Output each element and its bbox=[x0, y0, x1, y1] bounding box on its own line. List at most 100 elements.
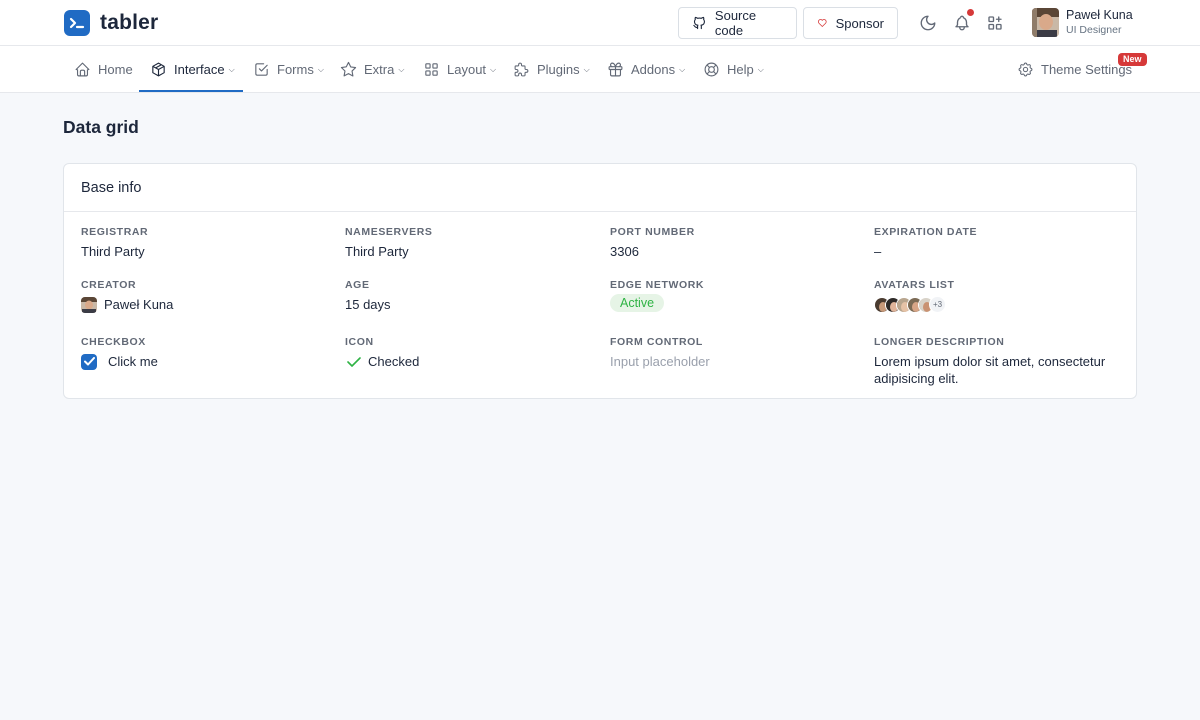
datagrid-title: Registrar bbox=[81, 226, 149, 238]
datagrid-title: Creator bbox=[81, 279, 137, 291]
nav-label: Help bbox=[727, 62, 754, 77]
nav-label: Interface bbox=[174, 62, 225, 77]
notifications-button[interactable] bbox=[951, 9, 974, 34]
datagrid-title: Checkbox bbox=[81, 336, 146, 348]
datagrid-value: Third Party bbox=[81, 244, 145, 259]
chevron-down-icon: ⌵ bbox=[317, 64, 324, 74]
source-code-button[interactable]: Source code bbox=[678, 7, 797, 39]
package-icon bbox=[152, 62, 165, 77]
tabler-logo-icon bbox=[64, 10, 90, 36]
datagrid-title: Port number bbox=[610, 226, 695, 238]
user-role: UI Designer bbox=[1066, 24, 1122, 36]
brand[interactable]: tabler bbox=[64, 10, 158, 36]
home-icon bbox=[75, 62, 90, 77]
datagrid-item-checkbox: Checkbox Click me bbox=[81, 335, 331, 370]
datagrid-item-port-number: Port number 3306 bbox=[610, 225, 860, 260]
github-icon bbox=[693, 16, 705, 30]
nav-label: Plugins bbox=[537, 62, 580, 77]
avatar bbox=[81, 296, 97, 313]
datagrid-item-icon: Icon Checked bbox=[345, 335, 595, 370]
chevron-down-icon: ⌵ bbox=[398, 64, 405, 74]
datagrid-title: Age bbox=[345, 279, 370, 291]
datagrid-value: 15 days bbox=[345, 297, 391, 312]
layout-grid-icon bbox=[425, 63, 438, 76]
checkbox-field[interactable]: Click me bbox=[81, 353, 331, 370]
puzzle-icon bbox=[514, 62, 529, 77]
creator-name: Paweł Kuna bbox=[104, 297, 174, 312]
gear-icon bbox=[1018, 62, 1033, 77]
nav-label: Forms bbox=[277, 62, 314, 77]
status-badge: Active bbox=[610, 294, 665, 312]
creator-value: Paweł Kuna bbox=[81, 296, 331, 313]
sponsor-label: Sponsor bbox=[835, 15, 884, 31]
datagrid-title: Expiration date bbox=[874, 226, 978, 238]
datagrid-item-longer-description: Longer description Lorem ipsum dolor sit… bbox=[874, 335, 1124, 387]
checkbox-icon bbox=[255, 63, 268, 76]
top-header: tabler Source code Sponsor Paweł Kuna UI… bbox=[0, 0, 1200, 46]
chevron-down-icon: ⌵ bbox=[490, 64, 497, 74]
dark-mode-toggle[interactable] bbox=[917, 12, 939, 34]
theme-settings-button[interactable]: Theme Settings bbox=[1017, 46, 1132, 93]
datagrid-item-edge-network: Edge network Active bbox=[610, 278, 860, 312]
page-title: Data grid bbox=[63, 117, 139, 137]
user-menu[interactable]: Paweł Kuna UI Designer bbox=[1032, 8, 1133, 37]
datagrid-value: 3306 bbox=[610, 244, 639, 259]
text-input[interactable]: Input placeholder bbox=[610, 353, 860, 370]
datagrid-value: Third Party bbox=[345, 244, 409, 259]
datagrid-title: Avatars list bbox=[874, 279, 955, 291]
nav-label: Addons bbox=[631, 62, 676, 77]
datagrid-title: Longer description bbox=[874, 336, 1005, 348]
brand-name: tabler bbox=[100, 11, 159, 34]
card-title: Base info bbox=[64, 164, 1136, 212]
heart-icon bbox=[818, 19, 827, 27]
datagrid-item-registrar: Registrar Third Party bbox=[81, 225, 331, 260]
nav-label: Home bbox=[98, 62, 133, 77]
bell-icon bbox=[955, 15, 969, 31]
avatar-list: +3 bbox=[874, 296, 1124, 313]
user-name: Paweł Kuna bbox=[1066, 8, 1133, 22]
checkbox[interactable] bbox=[81, 353, 97, 370]
nav-item-extra[interactable]: Extra ⌵ bbox=[340, 46, 404, 93]
nav-item-forms[interactable]: Forms ⌵ bbox=[253, 46, 324, 93]
nav-item-interface[interactable]: Interface ⌵ bbox=[150, 46, 235, 93]
nav-item-plugins[interactable]: Plugins ⌵ bbox=[513, 46, 590, 93]
datagrid-title: Form control bbox=[610, 336, 703, 348]
icon-label: Checked bbox=[368, 354, 420, 369]
moon-icon bbox=[920, 15, 936, 31]
nav-item-addons[interactable]: Addons ⌵ bbox=[607, 46, 685, 93]
description-text: Lorem ipsum dolor sit amet, consectetur … bbox=[874, 354, 1106, 386]
chevron-down-icon: ⌵ bbox=[583, 64, 590, 74]
nav-item-help[interactable]: Help ⌵ bbox=[703, 46, 764, 93]
nav-label: Layout bbox=[447, 62, 487, 77]
datagrid-item-avatars-list: Avatars list +3 bbox=[874, 278, 1124, 313]
nav-item-home[interactable]: Home bbox=[74, 46, 133, 93]
check-icon bbox=[347, 356, 361, 367]
chevron-down-icon: ⌵ bbox=[228, 64, 235, 74]
new-badge: New bbox=[1118, 53, 1147, 66]
apps-button[interactable] bbox=[984, 12, 1006, 34]
apps-icon bbox=[988, 16, 1002, 30]
datagrid-item-nameservers: Nameservers Third Party bbox=[345, 225, 595, 260]
check-icon bbox=[83, 357, 95, 366]
datagrid-item-creator: Creator Paweł Kuna bbox=[81, 278, 331, 313]
base-info-card: Base info Registrar Third Party Nameserv… bbox=[63, 163, 1137, 399]
nav-label: Extra bbox=[364, 62, 395, 77]
datagrid-title: Nameservers bbox=[345, 226, 433, 238]
avatar-more-count[interactable]: +3 bbox=[929, 296, 946, 313]
avatar bbox=[1032, 8, 1059, 37]
icon-value: Checked bbox=[345, 353, 595, 370]
checkbox-label: Click me bbox=[108, 354, 158, 369]
datagrid-item-form-control: Form control Input placeholder bbox=[610, 335, 860, 370]
lifebuoy-icon bbox=[704, 62, 719, 77]
nav-item-layout[interactable]: Layout ⌵ bbox=[423, 46, 496, 93]
sponsor-button[interactable]: Sponsor bbox=[803, 7, 898, 39]
star-icon bbox=[340, 61, 357, 77]
datagrid-title: Edge network bbox=[610, 279, 705, 291]
datagrid-value: – bbox=[874, 244, 882, 259]
notification-dot bbox=[967, 9, 974, 16]
gift-icon bbox=[608, 62, 623, 77]
chevron-down-icon: ⌵ bbox=[679, 64, 686, 74]
main-navbar: Home Interface ⌵ Forms ⌵ Extra ⌵ Layout … bbox=[0, 46, 1200, 93]
datagrid-item-age: Age 15 days bbox=[345, 278, 595, 313]
active-nav-indicator bbox=[139, 90, 243, 92]
